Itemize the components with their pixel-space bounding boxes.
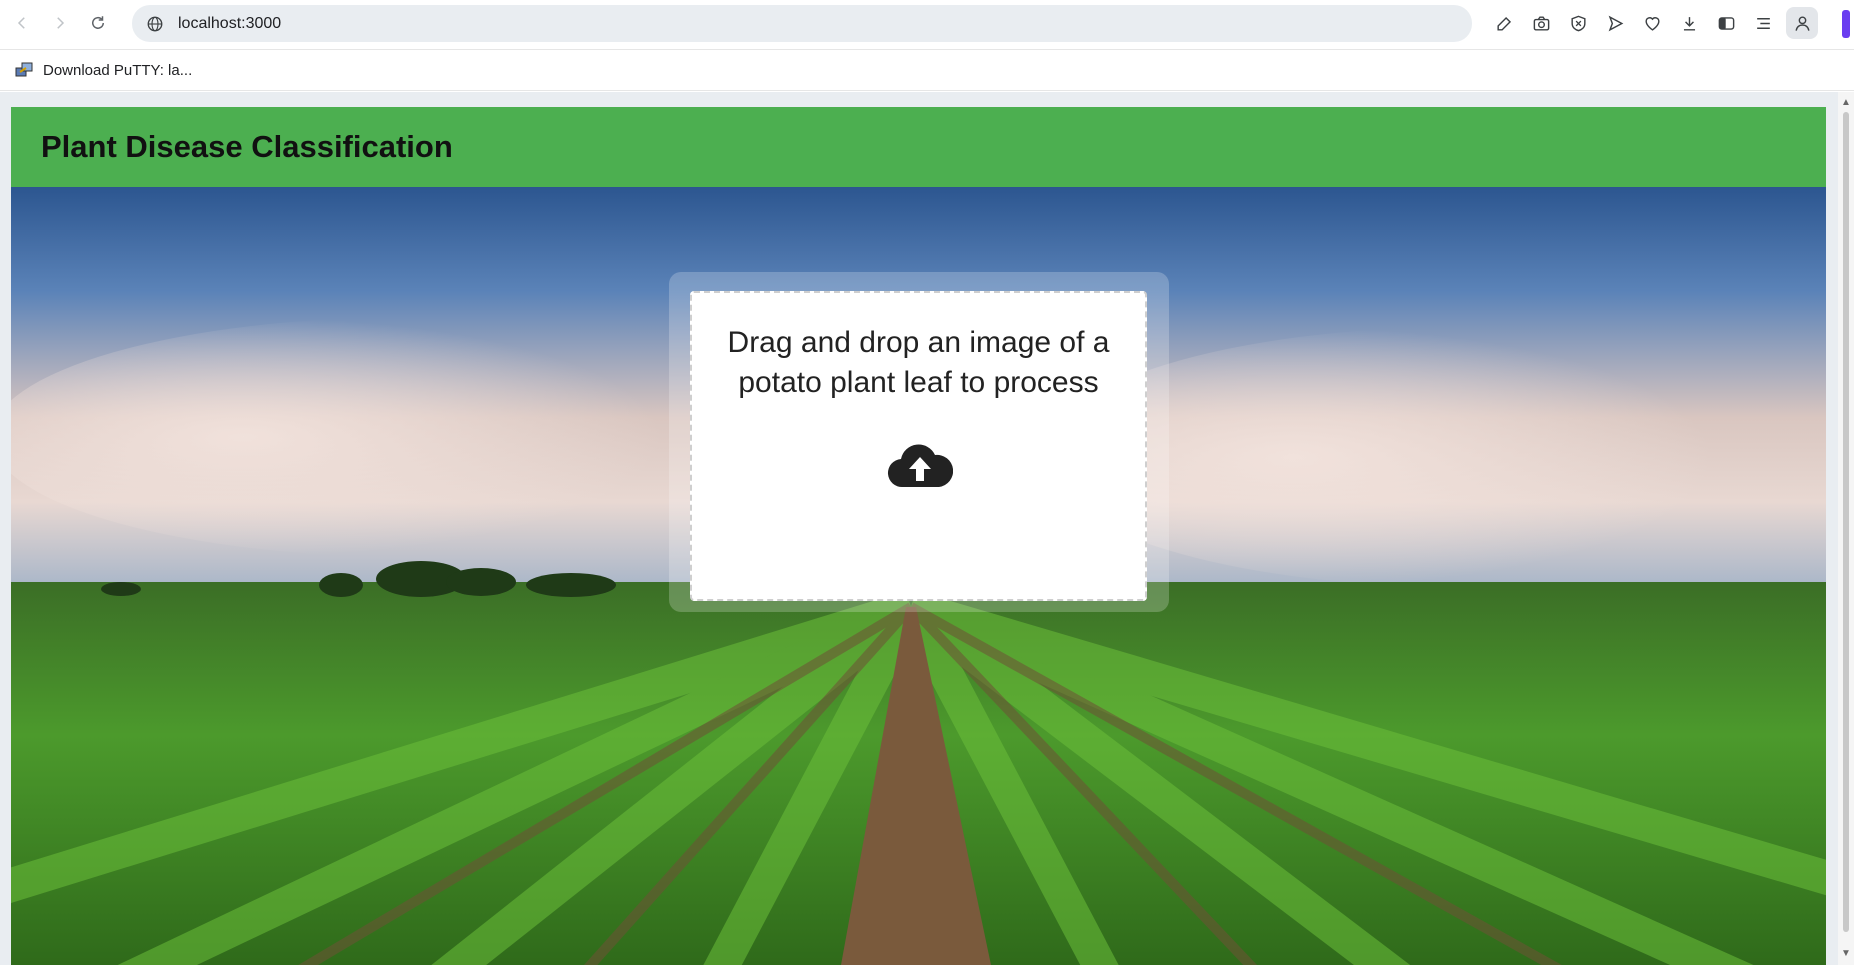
arrow-right-icon [57,17,65,29]
downloads-button[interactable] [1671,7,1708,39]
send-button[interactable] [1597,7,1634,39]
user-icon [1794,15,1810,31]
web-page: Plant Disease Classification Drag and dr… [11,107,1826,965]
scroll-down-arrow[interactable]: ▼ [1841,949,1851,959]
hero-background: Drag and drop an image of a potato plant… [11,187,1826,965]
page-scrollbar[interactable]: ▲ ▼ [1838,92,1854,965]
favorites-button[interactable] [1634,7,1671,39]
sidebar-button[interactable] [1708,7,1745,39]
address-bar[interactable]: localhost:3000 [132,5,1472,42]
menu-lines-icon [1757,17,1770,29]
edit-icon [1497,16,1512,31]
reload-icon [92,16,104,29]
putty-icon [15,62,33,77]
bookmark-putty[interactable]: Download PuTTY: la... [14,60,192,80]
app-header: Plant Disease Classification [11,107,1826,187]
back-button[interactable] [6,7,38,39]
download-icon [1683,16,1696,31]
toolbar-actions [1486,7,1818,39]
bookmarks-bar: Download PuTTY: la... [0,49,1854,91]
page-viewport: Plant Disease Classification Drag and dr… [0,92,1854,965]
globe-icon [147,16,163,31]
sidebar-icon [1718,16,1735,30]
image-dropzone[interactable]: Drag and drop an image of a potato plant… [690,291,1147,601]
page-title: Plant Disease Classification [41,129,453,164]
screenshot-button[interactable] [1523,7,1560,39]
accent-strip [1842,10,1850,38]
cloud-upload-icon [887,444,953,488]
send-icon [1608,15,1624,31]
dropzone-instructions: Drag and drop an image of a potato plant… [727,326,1110,399]
profile-button[interactable] [1786,7,1818,39]
heart-icon [1645,16,1660,31]
menu-button[interactable] [1745,7,1782,39]
bookmark-label: Download PuTTY: la... [43,61,193,79]
shield-icon [1571,15,1586,31]
arrow-left-icon [17,17,25,29]
shield-button[interactable] [1560,7,1597,39]
camera-icon [1533,15,1550,31]
scroll-thumb[interactable] [1843,112,1849,932]
reload-button[interactable] [82,7,114,39]
browser-toolbar: localhost:3000 [0,0,1854,46]
edit-button[interactable] [1486,7,1523,39]
forward-button[interactable] [44,7,76,39]
scroll-up-arrow[interactable]: ▲ [1841,98,1851,108]
url-text: localhost:3000 [178,14,282,32]
